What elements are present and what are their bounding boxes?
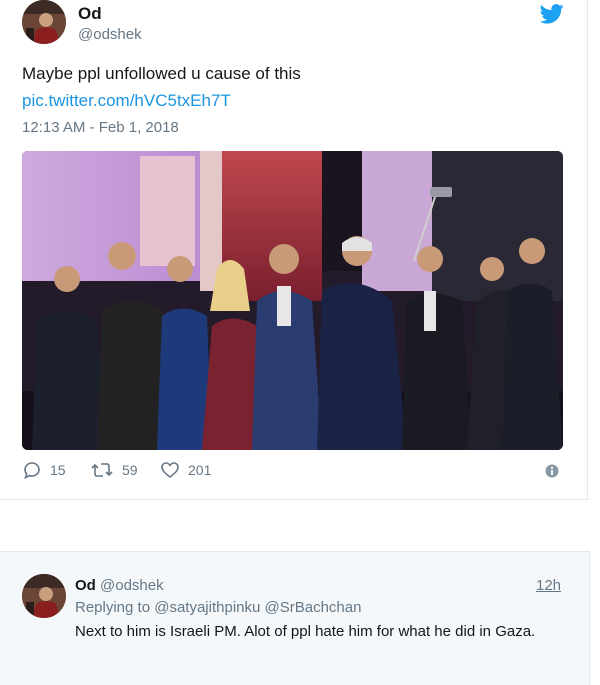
replying-to-line: Replying to @satyajithpinku @SrBachchan (75, 599, 361, 616)
like-icon (160, 460, 180, 480)
reply-button[interactable]: 15 (22, 460, 66, 480)
retweet-count: 59 (122, 462, 138, 478)
reply-icon (22, 460, 42, 480)
reply-count: 15 (50, 462, 66, 478)
reply-author-handle[interactable]: @odshek (100, 577, 164, 594)
like-count: 201 (188, 462, 212, 478)
reply-card[interactable]: Od @odshek 12h Replying to @satyajithpin… (0, 551, 590, 685)
author-handle[interactable]: @odshek (78, 26, 142, 43)
reply-author-name[interactable]: Od (75, 577, 96, 594)
retweet-icon (90, 460, 114, 480)
replying-to-label: Replying to (75, 599, 151, 616)
tweet-text: Maybe ppl unfollowed u cause of this (22, 64, 301, 83)
like-button[interactable]: 201 (160, 460, 211, 480)
twitter-bird-icon[interactable] (539, 4, 564, 24)
reply-time[interactable]: 12h (536, 577, 561, 594)
info-icon[interactable] (545, 464, 559, 478)
tweet-media-link[interactable]: pic.twitter.com/hVC5txEh7T (22, 90, 231, 112)
tweet-card: Od @odshek Maybe ppl unfollowed u cause … (0, 0, 588, 500)
retweet-button[interactable]: 59 (90, 460, 138, 480)
spacer (0, 500, 588, 550)
reply-avatar[interactable] (22, 574, 66, 618)
avatar[interactable] (22, 0, 66, 44)
author-name[interactable]: Od (78, 4, 102, 24)
replying-to-users[interactable]: @satyajithpinku @SrBachchan (154, 599, 361, 616)
reply-header: Od @odshek (75, 577, 164, 594)
reply-text: Next to him is Israeli PM. Alot of ppl h… (75, 623, 536, 640)
tweet-photo[interactable] (22, 151, 563, 450)
tweet-timestamp[interactable]: 12:13 AM - Feb 1, 2018 (22, 119, 179, 136)
